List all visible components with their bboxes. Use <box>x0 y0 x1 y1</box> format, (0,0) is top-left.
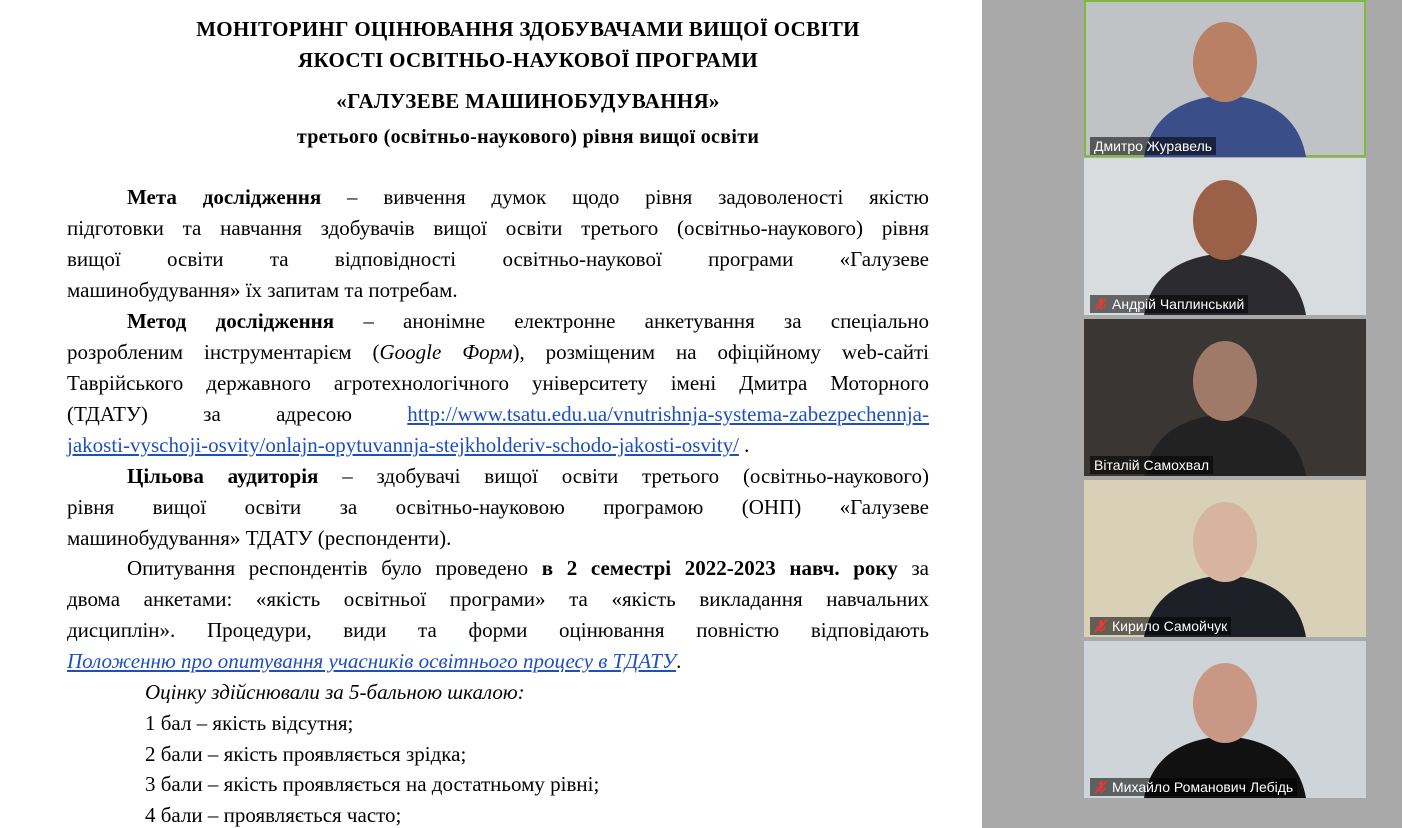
document-page: МОНІТОРИНГ ОЦІНЮВАННЯ ЗДОБУВАЧАМИ ВИЩОЇ … <box>0 0 982 828</box>
participant-name-text: Віталій Самохвал <box>1094 457 1210 473</box>
participant-name: Віталій Самохвал <box>1090 456 1214 474</box>
participant-name: Андрій Чаплинський <box>1090 295 1249 313</box>
survey-text-1c: за <box>897 556 929 580</box>
method-google-forms: Google Форм <box>379 340 513 364</box>
audience-paragraph-line-1: Цільова аудиторія – здобувачі вищої осві… <box>127 464 929 489</box>
participant-name-text: Дмитро Журавель <box>1094 138 1213 154</box>
survey-paragraph-line-1: Опитування респондентів було проведено в… <box>127 556 929 581</box>
method-paragraph-line-1: Метод дослідження – анонімне електронне … <box>127 309 929 334</box>
participant-tile[interactable]: Андрій Чаплинський <box>1084 158 1366 315</box>
scale-item-3: 3 бали – якість проявляється на достатнь… <box>145 772 600 796</box>
survey-text-1a: Опитування респондентів було проведено <box>127 556 542 580</box>
method-text-1: – анонімне електронне анкетування за спе… <box>334 309 930 333</box>
method-text-2c: ), розміщеним на офіційному web-сайті <box>512 340 929 364</box>
goal-line-2: підготовки та навчання здобувачів вищої … <box>67 216 929 240</box>
participant-tile[interactable]: Віталій Самохвал <box>1084 319 1366 476</box>
doc-title-line-1: МОНІТОРИНГ ОЦІНЮВАННЯ ЗДОБУВАЧАМИ ВИЩОЇ … <box>196 17 860 41</box>
participant-tile[interactable]: Кирило Самойчук <box>1084 480 1366 637</box>
method-text-2a: розробленим інструментарієм ( <box>67 340 380 364</box>
survey-url-link-part-1[interactable]: http://www.tsatu.edu.ua/vnutrishnja-syst… <box>407 402 929 426</box>
participant-tile[interactable]: Дмитро Журавель <box>1084 0 1366 157</box>
method-text-4a: (ТДАТУ) за адресою <box>67 402 408 426</box>
audience-line-2: рівня вищої освіти за освітньо-науковою … <box>67 495 929 519</box>
participant-name: Кирило Самойчук <box>1090 617 1232 635</box>
participant-name: Михайло Романович Лебідь <box>1090 778 1298 796</box>
participant-video <box>1144 502 1306 637</box>
mic-muted-icon <box>1094 619 1108 633</box>
method-label: Метод дослідження <box>127 309 335 333</box>
participants-gallery: Дмитро Журавель Андрій Чаплинський Віталій… <box>1082 0 1368 828</box>
method-line-4: (ТДАТУ) за адресою http://www.tsatu.edu.… <box>67 402 929 427</box>
mic-muted-icon <box>1094 297 1108 311</box>
scale-item-2: 2 бали – якість проявляється зрідка; <box>145 742 467 766</box>
doc-subtitle: третього (освітньо-наукового) рівня вищо… <box>296 126 760 148</box>
method-line-3: Таврійського державного агротехнологічно… <box>67 371 929 395</box>
participant-name-text: Кирило Самойчук <box>1112 618 1228 634</box>
method-line-2: розробленим інструментарієм (Google Форм… <box>67 340 929 365</box>
method-line-5: jakosti-vyschoji-osvity/onlajn-opytuvann… <box>67 433 929 458</box>
participant-video <box>1144 22 1306 157</box>
survey-line-2: двома анкетами: «якість освітньої програ… <box>67 587 929 611</box>
participant-tile[interactable]: Михайло Романович Лебідь <box>1084 641 1366 798</box>
participant-name: Дмитро Журавель <box>1090 137 1217 155</box>
scale-item-1: 1 бал – якість відсутня; <box>145 711 354 735</box>
mic-muted-icon <box>1094 780 1108 794</box>
scale-item-4: 4 бали – проявляється часто; <box>145 803 402 827</box>
participant-name-text: Андрій Чаплинський <box>1112 296 1245 312</box>
goal-label: Мета дослідження <box>127 185 322 209</box>
survey-period: в 2 семестрі 2022-2023 навч. року <box>541 556 898 580</box>
doc-title-line-3: «ГАЛУЗЕВЕ МАШИНОБУДУВАННЯ» <box>336 89 720 113</box>
scale-intro: Оцінку здійснювали за 5-бальною шкалою: <box>145 680 525 704</box>
survey-line-4: Положенню про опитування учасників освіт… <box>67 649 929 674</box>
participant-name-text: Михайло Романович Лебідь <box>1112 779 1294 795</box>
audience-text-1: – здобувачі вищої освіти третього (освіт… <box>318 464 930 488</box>
participant-video <box>1144 663 1306 798</box>
doc-title-line-2: ЯКОСТІ ОСВІТНЬО-НАУКОВОЇ ПРОГРАМИ <box>298 48 758 72</box>
method-end: . <box>738 433 750 457</box>
regulation-link[interactable]: Положенню про опитування учасників освіт… <box>67 649 676 673</box>
goal-line-4: машинобудування» їх запитам та потребам. <box>67 278 458 302</box>
goal-text-1: – вивчення думок щодо рівня задоволеност… <box>321 185 929 209</box>
survey-line-3: дисциплін». Процедури, види та форми оці… <box>67 618 929 642</box>
audience-line-3: машинобудування» ТДАТУ (респонденти). <box>67 526 452 550</box>
participant-video <box>1144 341 1306 476</box>
audience-label: Цільова аудиторія <box>127 464 319 488</box>
goal-line-3: вищої освіти та відповідності освітньо-н… <box>67 247 929 271</box>
survey-end: . <box>676 649 682 673</box>
survey-url-link-part-2[interactable]: jakosti-vyschoji-osvity/onlajn-opytuvann… <box>67 433 739 457</box>
goal-paragraph-line-1: Мета дослідження – вивчення думок щодо р… <box>127 185 929 210</box>
participant-video <box>1144 180 1306 315</box>
